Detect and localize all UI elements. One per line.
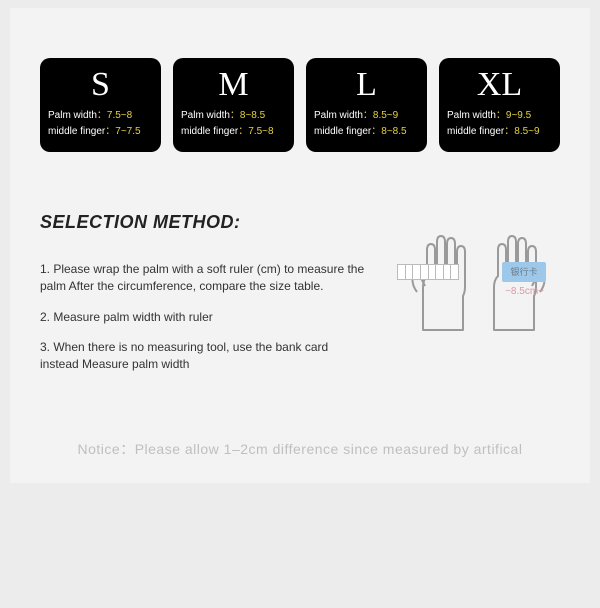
- selection-method-text: SELECTION METHOD: 1. Please wrap the pal…: [40, 212, 375, 387]
- size-letter: L: [314, 68, 419, 102]
- hand-left-icon: [403, 232, 473, 332]
- bank-card-label: 银行卡: [502, 262, 546, 282]
- size-letter: XL: [447, 68, 552, 102]
- ruler-icon: [397, 264, 459, 280]
- step-2: 2. Measure palm width with ruler: [40, 309, 370, 326]
- size-letter: M: [181, 68, 286, 102]
- palm-width-line: Palm width：7.5~8: [48, 108, 153, 124]
- size-card-l: L Palm width：8.5~9 middle finger：8~8.5: [306, 58, 427, 152]
- size-card-s: S Palm width：7.5~8 middle finger：7~7.5: [40, 58, 161, 152]
- notice-text: Notice：Please allow 1–2cm difference sin…: [10, 439, 590, 459]
- step-3: 3. When there is no measuring tool, use …: [40, 339, 370, 373]
- size-card-xl: XL Palm width：9~9.5 middle finger：8.5~9: [439, 58, 560, 152]
- size-letter: S: [48, 68, 153, 102]
- middle-finger-line: middle finger：7~7.5: [48, 124, 153, 140]
- hand-illustration: 银行卡 ~8.5cm~: [395, 212, 560, 342]
- palm-width-line: Palm width：8.5~9: [314, 108, 419, 124]
- palm-width-line: Palm width：8~8.5: [181, 108, 286, 124]
- middle-finger-line: middle finger：8.5~9: [447, 124, 552, 140]
- palm-width-line: Palm width：9~9.5: [447, 108, 552, 124]
- selection-method-section: SELECTION METHOD: 1. Please wrap the pal…: [40, 212, 560, 387]
- hand-right-icon: [482, 232, 552, 332]
- middle-finger-line: middle finger：7.5~8: [181, 124, 286, 140]
- size-card-m: M Palm width：8~8.5 middle finger：7.5~8: [173, 58, 294, 152]
- middle-finger-line: middle finger：8~8.5: [314, 124, 419, 140]
- step-1: 1. Please wrap the palm with a soft rule…: [40, 261, 370, 295]
- selection-method-title: SELECTION METHOD:: [40, 212, 375, 233]
- size-guide-document: S Palm width：7.5~8 middle finger：7~7.5 M…: [10, 8, 590, 483]
- palm-width-measure-text: ~8.5cm~: [505, 286, 544, 297]
- size-cards-row: S Palm width：7.5~8 middle finger：7~7.5 M…: [40, 58, 560, 152]
